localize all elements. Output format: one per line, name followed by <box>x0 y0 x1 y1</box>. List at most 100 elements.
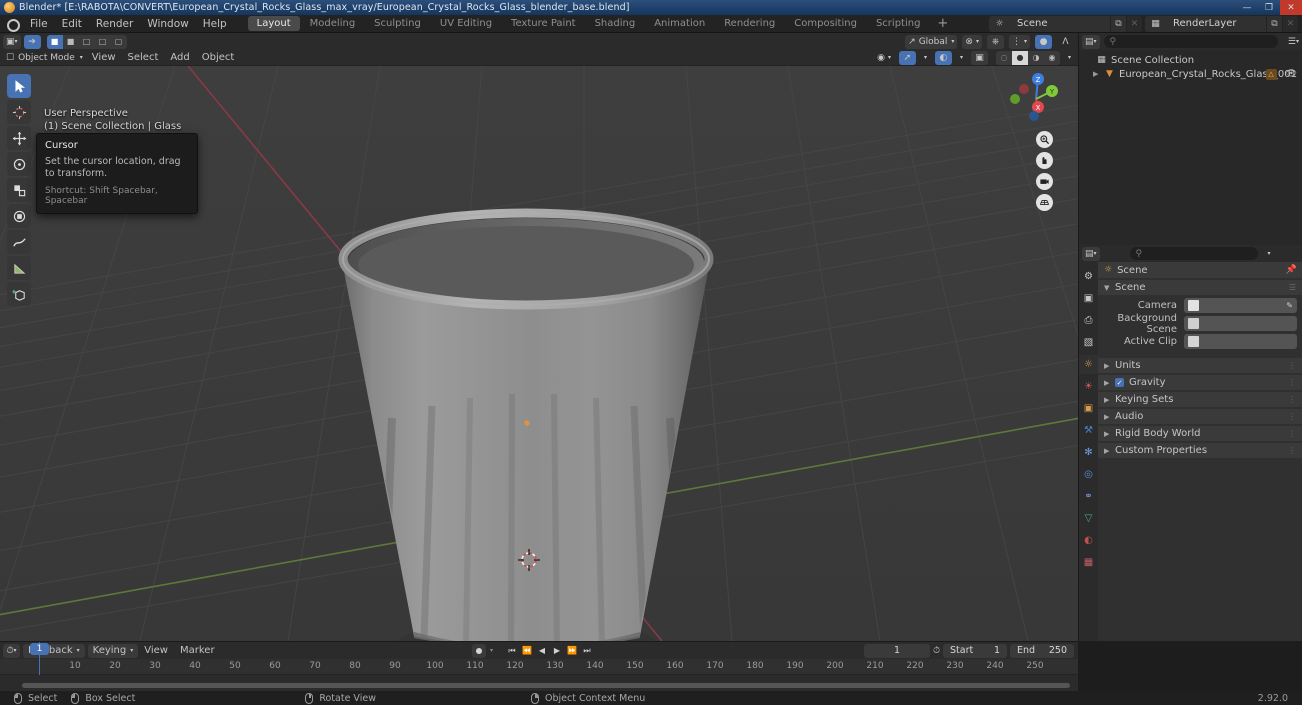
tab-compositing[interactable]: Compositing <box>785 16 866 31</box>
falloff-icon-4[interactable]: □ <box>94 34 111 49</box>
gravity-checkbox[interactable]: ✓ <box>1115 378 1124 387</box>
properties-editor-type-icon[interactable]: ▤ ▾ <box>1082 246 1100 261</box>
tab-rendering[interactable]: Rendering <box>715 16 784 31</box>
viewlayer-unlink-icon[interactable]: ✕ <box>1283 16 1298 32</box>
shading-dropdown[interactable]: ▾ <box>1065 51 1074 65</box>
properties-options-dropdown[interactable]: ▾ <box>1261 247 1278 261</box>
properties-tab-particles[interactable]: ✻ <box>1079 443 1098 462</box>
tab-layout[interactable]: Layout <box>247 16 300 31</box>
panel-gravity[interactable]: ▶ ✓ Gravity ⋮ <box>1098 375 1302 390</box>
pivot-point-dropdown[interactable]: ⊗ ▾ <box>962 34 982 49</box>
rotate-tool[interactable] <box>7 152 31 176</box>
field-active-clip[interactable]: Active Clip <box>1104 334 1297 349</box>
expand-triangle-icon[interactable]: ▶ <box>1093 70 1103 78</box>
properties-search-input[interactable]: ⚲ <box>1129 247 1258 260</box>
prev-keyframe-icon[interactable]: ⏪ <box>520 644 534 658</box>
current-frame-input[interactable]: 1 <box>863 643 930 658</box>
jump-end-icon[interactable]: ⏭ <box>580 644 594 658</box>
next-keyframe-icon[interactable]: ⏩ <box>565 644 579 658</box>
camera-icon[interactable] <box>1036 173 1053 190</box>
tab-shading[interactable]: Shading <box>586 16 645 31</box>
menu-render[interactable]: Render <box>89 15 140 33</box>
falloff-icon-3[interactable]: □ <box>78 34 95 49</box>
snap-target-dropdown[interactable]: ⋮ ▾ <box>1008 34 1030 49</box>
properties-tab-texture[interactable]: ▦ <box>1079 553 1098 572</box>
blender-logo-icon[interactable] <box>5 17 20 32</box>
properties-tab-output[interactable]: ⎙ <box>1079 311 1098 330</box>
menu-window[interactable]: Window <box>140 15 195 33</box>
properties-tab-render[interactable]: ▣ <box>1079 289 1098 308</box>
falloff-icon-5[interactable]: ▢ <box>110 34 127 49</box>
jump-start-icon[interactable]: ⏮ <box>505 644 519 658</box>
scene-copy-icon[interactable]: ⧉ <box>1111 16 1126 32</box>
viewport-menu-add[interactable]: Add <box>164 52 195 63</box>
viewport-menu-select[interactable]: Select <box>122 52 165 63</box>
properties-tab-data[interactable]: ▽ <box>1079 509 1098 528</box>
properties-tab-constraints[interactable]: ⚭ <box>1079 487 1098 506</box>
scale-tool[interactable] <box>7 178 31 202</box>
timeline-playhead[interactable]: 1 <box>30 642 49 675</box>
visibility-eye-icon[interactable]: 👁 <box>1286 69 1297 79</box>
field-background-scene-value[interactable] <box>1184 316 1297 331</box>
outliner-editor[interactable]: ▤ ▾ ⚲ ☰ ▾ ▦ Scene Collection ▶ ▼ European_… <box>1078 33 1302 245</box>
gizmo-dropdown[interactable]: ▾ <box>921 51 930 65</box>
viewlayer-name[interactable]: RenderLayer <box>1166 16 1266 32</box>
overlays-dropdown[interactable]: ▾ <box>957 51 966 65</box>
zoom-icon[interactable] <box>1036 131 1053 148</box>
move-tool[interactable] <box>7 126 31 150</box>
outliner-search-input[interactable]: ⚲ <box>1103 35 1278 48</box>
transform-orientation-dropdown[interactable]: ↗ Global ▾ <box>905 34 958 49</box>
eyedropper-icon[interactable]: ✎ <box>1286 301 1293 310</box>
falloff-icon-2[interactable]: ■ <box>62 34 79 49</box>
properties-tab-view-layer[interactable]: ▧ <box>1079 333 1098 352</box>
pin-icon[interactable]: 📌 <box>1286 265 1297 275</box>
maximize-button[interactable]: ❐ <box>1258 0 1280 15</box>
timeline-menu-view[interactable]: View <box>138 645 174 656</box>
gizmo-toggle-icon[interactable]: ➚ <box>898 50 916 65</box>
xray-toggle-icon[interactable]: ▣ <box>970 50 988 65</box>
shading-solid-icon[interactable]: ● <box>1011 50 1028 65</box>
field-background-scene[interactable]: Background Scene <box>1104 313 1297 335</box>
measure-tool[interactable] <box>7 256 31 280</box>
properties-tab-tool[interactable]: ⚙ <box>1079 267 1098 286</box>
panel-units[interactable]: ▶ Units ⋮ <box>1098 358 1302 373</box>
panel-custom-properties[interactable]: ▶ Custom Properties ⋮ <box>1098 443 1302 458</box>
viewport-menu-object[interactable]: Object <box>196 52 241 63</box>
viewlayer-selector[interactable]: ▦ RenderLayer ⧉ ✕ <box>1145 16 1298 32</box>
tab-uv-editing[interactable]: UV Editing <box>431 16 501 31</box>
panel-rigid-body-world[interactable]: ▶ Rigid Body World ⋮ <box>1098 426 1302 441</box>
viewport-3d[interactable]: ▣ ▾ ➔ ■ ■ □ □ ▢ ↗ Global ▾ ⊗ ▾ ⎈ ⋮ ▾ ● Λ ☐ … <box>0 33 1078 641</box>
scene-selector[interactable]: ☼ Scene ⧉ ✕ <box>989 16 1142 32</box>
auto-keying-icon[interactable] <box>472 643 486 658</box>
shading-wireframe-icon[interactable]: ◌ <box>995 50 1012 65</box>
panel-keying-sets[interactable]: ▶ Keying Sets ⋮ <box>1098 392 1302 407</box>
editor-type-icon[interactable]: ▣ ▾ <box>3 34 21 49</box>
properties-tab-modifiers[interactable]: ⚒ <box>1079 421 1098 440</box>
annotate-tool[interactable] <box>7 230 31 254</box>
timeline-keying-dropdown[interactable]: Keying ▾ <box>87 643 139 658</box>
outliner-filter-icon[interactable]: ☰ ▾ <box>1285 35 1302 49</box>
menu-edit[interactable]: Edit <box>55 15 89 33</box>
keying-options-icon[interactable]: ▾ <box>490 647 493 654</box>
add-cube-tool[interactable] <box>7 282 31 306</box>
start-frame-input[interactable]: Start 1 <box>943 643 1007 658</box>
tweak-mode-button[interactable]: ➔ <box>23 34 41 49</box>
scene-unlink-icon[interactable]: ✕ <box>1127 16 1142 32</box>
object-mode-dropdown[interactable]: ☐ Object Mode ▾ <box>3 51 86 65</box>
timeline-editor[interactable]: ⏱ ▾ Playback ▾ Keying ▾ View Marker ▾ ⏮ ⏪… <box>0 641 1078 692</box>
tab-sculpting[interactable]: Sculpting <box>365 16 430 31</box>
properties-tab-object[interactable]: ▣ <box>1079 399 1098 418</box>
play-icon[interactable]: ▶ <box>550 644 564 658</box>
overlays-toggle-icon[interactable]: ◐ <box>934 50 952 65</box>
snap-magnet-icon[interactable]: ⎈ <box>986 34 1004 49</box>
tab-animation[interactable]: Animation <box>645 16 714 31</box>
properties-tab-physics[interactable]: ◎ <box>1079 465 1098 484</box>
properties-tab-material[interactable]: ◐ <box>1079 531 1098 550</box>
timeline-scrollbar[interactable] <box>22 683 1070 688</box>
end-frame-input[interactable]: End 250 <box>1010 643 1074 658</box>
outliner-row-object[interactable]: ▶ ▼ European_Crystal_Rocks_Glass_001 △ 👁 <box>1079 67 1302 81</box>
timeline-ruler[interactable]: 10 20 30 40 50 60 70 80 90 100 110 120 130 140 150 160 1… <box>0 659 1078 675</box>
field-active-clip-value[interactable] <box>1184 334 1297 349</box>
field-camera[interactable]: Camera ✎ <box>1104 298 1297 313</box>
frame-range-icon[interactable]: ⏱ <box>933 646 940 656</box>
